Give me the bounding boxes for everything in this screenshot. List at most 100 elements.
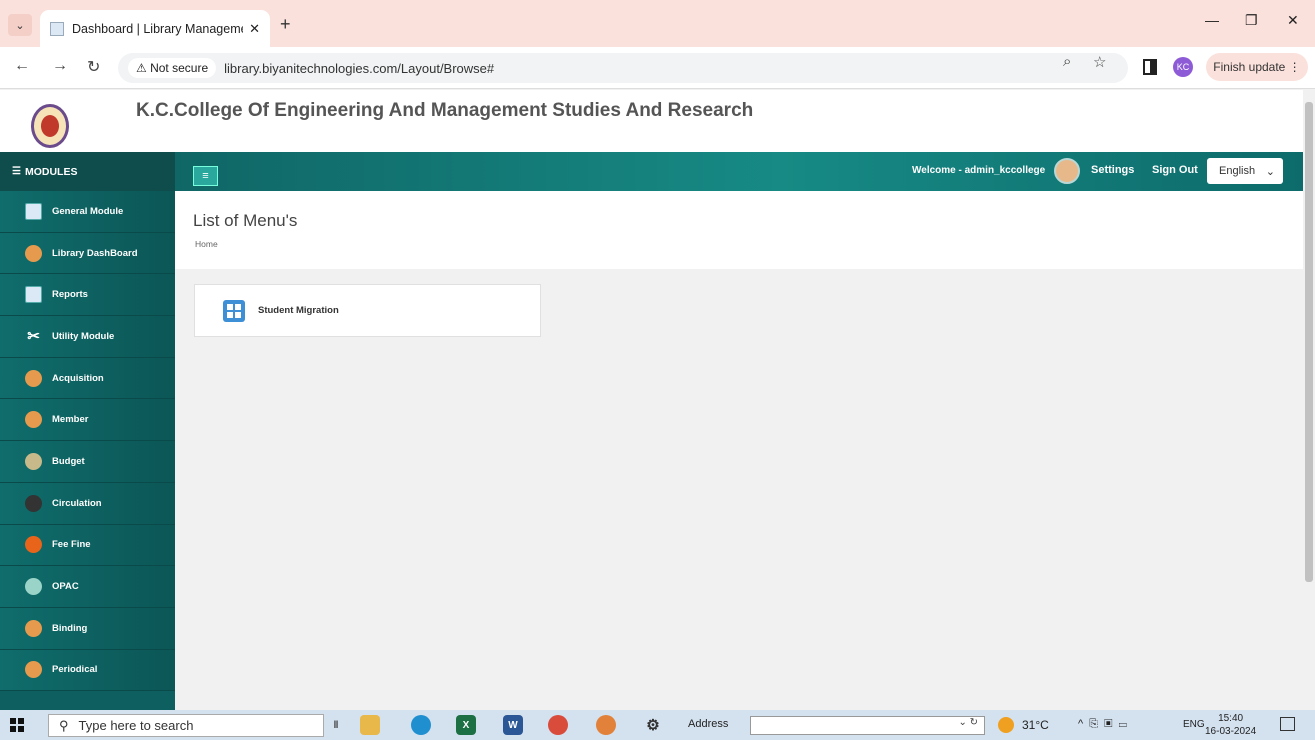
sidebar-item-general-module[interactable]: General Module [0, 191, 175, 233]
security-chip[interactable]: ⚠ Not secure [128, 58, 217, 78]
taskbar-clock[interactable]: 15:40 16-03-2024 [1205, 712, 1256, 738]
sign-out-link[interactable]: Sign Out [1152, 164, 1198, 176]
menu-card-student-migration[interactable]: Student Migration [194, 284, 541, 337]
notification-icon[interactable] [1280, 717, 1295, 731]
close-window-button[interactable]: ✕ [1287, 12, 1299, 29]
excel-icon[interactable]: X [456, 715, 476, 735]
money-bag-icon [25, 536, 42, 554]
sidebar-item-label: Reports [52, 289, 88, 301]
bookmark-star-icon[interactable]: ☆ [1093, 53, 1106, 71]
sidebar-item-label: Utility Module [52, 330, 115, 342]
forward-arrow-icon[interactable]: → [52, 57, 68, 75]
tools-icon: ✂ [27, 328, 40, 346]
binding-icon [25, 619, 42, 637]
settings-gear-icon[interactable]: ⚙ [643, 715, 663, 735]
modules-label: MODULES [24, 165, 78, 178]
input-language[interactable]: ENG [1183, 719, 1205, 730]
sidebar-item-utility-module[interactable]: ✂ Utility Module [0, 316, 175, 358]
sidebar-item-library-dashboard[interactable]: Library DashBoard [0, 232, 175, 275]
windows-tile-icon [223, 299, 245, 322]
taskbar-search-placeholder: Type here to search [78, 718, 194, 733]
tab-search-button[interactable]: ⌄ [8, 14, 32, 36]
taskbar-search-box[interactable]: ⚲ Type here to search [48, 714, 324, 737]
college-logo [31, 104, 69, 148]
new-tab-button[interactable]: + [280, 14, 291, 35]
system-tray-icons[interactable]: ^ ⎘ ▣ ▭ [1078, 718, 1127, 731]
sidebar-item-label: Circulation [52, 497, 102, 509]
favicon-icon [50, 21, 64, 36]
profile-avatar[interactable]: KC [1173, 57, 1193, 77]
browser-toolbar: ← → ↻ ⚠ Not secure library.biyanitechnol… [0, 47, 1315, 89]
tab-title: Dashboard | Library Manageme [72, 21, 244, 36]
language-select[interactable]: English ⌄ [1207, 158, 1283, 184]
sidebar-item-circulation[interactable]: Circulation [0, 482, 175, 525]
scrollbar-thumb[interactable] [1305, 102, 1313, 582]
sidebar-item-label: Library DashBoard [52, 247, 138, 259]
sidebar-item-budget[interactable]: Budget [0, 441, 175, 483]
report-icon [25, 286, 42, 304]
back-arrow-icon[interactable]: ← [14, 57, 30, 75]
opac-icon [25, 578, 42, 596]
sidebar-item-periodical[interactable]: Periodical [0, 649, 175, 692]
sidebar-item-opac[interactable]: OPAC [0, 566, 175, 608]
url-text[interactable]: library.biyanitechnologies.com/Layout/Br… [224, 61, 494, 76]
chevron-down-icon: ⌄ [1265, 165, 1275, 178]
site-header: K.C.College Of Engineering And Managemen… [0, 90, 1303, 152]
sidebar-item-binding[interactable]: Binding [0, 607, 175, 650]
side-panel-icon[interactable] [1143, 59, 1157, 75]
restore-button[interactable]: ❐ [1245, 12, 1258, 29]
member-icon [25, 411, 42, 429]
sidebar-item-member[interactable]: Member [0, 399, 175, 442]
windows-taskbar: ⚲ Type here to search ‖ X W ⚙ Address ⌄ … [0, 710, 1315, 740]
sun-icon [998, 717, 1014, 733]
edge-icon[interactable] [411, 715, 431, 735]
page-title: List of Menu's [193, 211, 298, 230]
chrome-icon[interactable] [548, 715, 568, 735]
sidebar-toggle-button[interactable]: ≡ [193, 166, 218, 186]
weather-widget[interactable]: 31°C [998, 717, 1049, 733]
tab-close-icon[interactable]: ✕ [249, 21, 260, 37]
sidebar: General Module Library DashBoard Reports… [0, 191, 175, 710]
top-navbar: ☰ MODULES ≡ Welcome - admin_kccollege Se… [0, 152, 1303, 191]
circulation-icon [25, 494, 42, 512]
sidebar-item-label: Budget [52, 455, 85, 467]
user-avatar[interactable] [1054, 158, 1080, 184]
zoom-icon[interactable]: ⌕ [1063, 53, 1071, 70]
search-icon: ⚲ [59, 717, 69, 733]
sidebar-item-reports[interactable]: Reports [0, 274, 175, 317]
address-toolbar-label: Address [688, 718, 729, 730]
page-scrollbar[interactable] [1303, 90, 1315, 710]
menu-card-label: Student Migration [258, 305, 339, 316]
college-name: K.C.College Of Engineering And Managemen… [136, 100, 754, 121]
file-explorer-icon[interactable] [360, 715, 380, 735]
task-view-icon[interactable]: ‖ [332, 715, 340, 735]
budget-icon [25, 452, 42, 470]
sidebar-item-label: Fee Fine [52, 539, 91, 551]
reload-icon[interactable]: ↻ [87, 57, 100, 77]
settings-link[interactable]: Settings [1091, 164, 1134, 176]
address-bar[interactable]: ⚠ Not secure library.biyanitechnologies.… [118, 53, 1128, 83]
paint-icon[interactable] [596, 715, 616, 735]
sidebar-item-acquisition[interactable]: Acquisition [0, 357, 175, 400]
sidebar-item-label: General Module [52, 205, 124, 217]
periodical-icon [25, 661, 42, 679]
word-icon[interactable]: W [503, 715, 523, 735]
browser-tab-active[interactable]: Dashboard | Library Manageme ✕ [40, 10, 270, 47]
sidebar-item-label: Binding [52, 622, 88, 634]
sidebar-item-fee-fine[interactable]: Fee Fine [0, 524, 175, 567]
finish-update-button[interactable]: Finish update ⋮ [1206, 53, 1308, 81]
welcome-text: Welcome - admin_kccollege [912, 165, 1046, 176]
address-toolbar-input[interactable]: ⌄ ↻ [750, 716, 985, 735]
sidebar-item-label: OPAC [52, 581, 79, 593]
clock-date: 16-03-2024 [1205, 726, 1257, 737]
minimize-button[interactable]: — [1205, 12, 1219, 28]
clock-time: 15:40 [1218, 713, 1244, 724]
browser-tabstrip: ⌄ Dashboard | Library Manageme ✕ + — ❐ ✕ [0, 0, 1315, 47]
breadcrumb-home[interactable]: Home [195, 239, 218, 249]
sidebar-item-label: Member [52, 414, 89, 426]
sidebar-item-label: Acquisition [52, 372, 104, 384]
modules-header: ☰ MODULES [0, 152, 175, 191]
language-value: English [1219, 165, 1256, 177]
windows-start-icon[interactable] [6, 714, 28, 736]
dashboard-icon [25, 244, 42, 262]
